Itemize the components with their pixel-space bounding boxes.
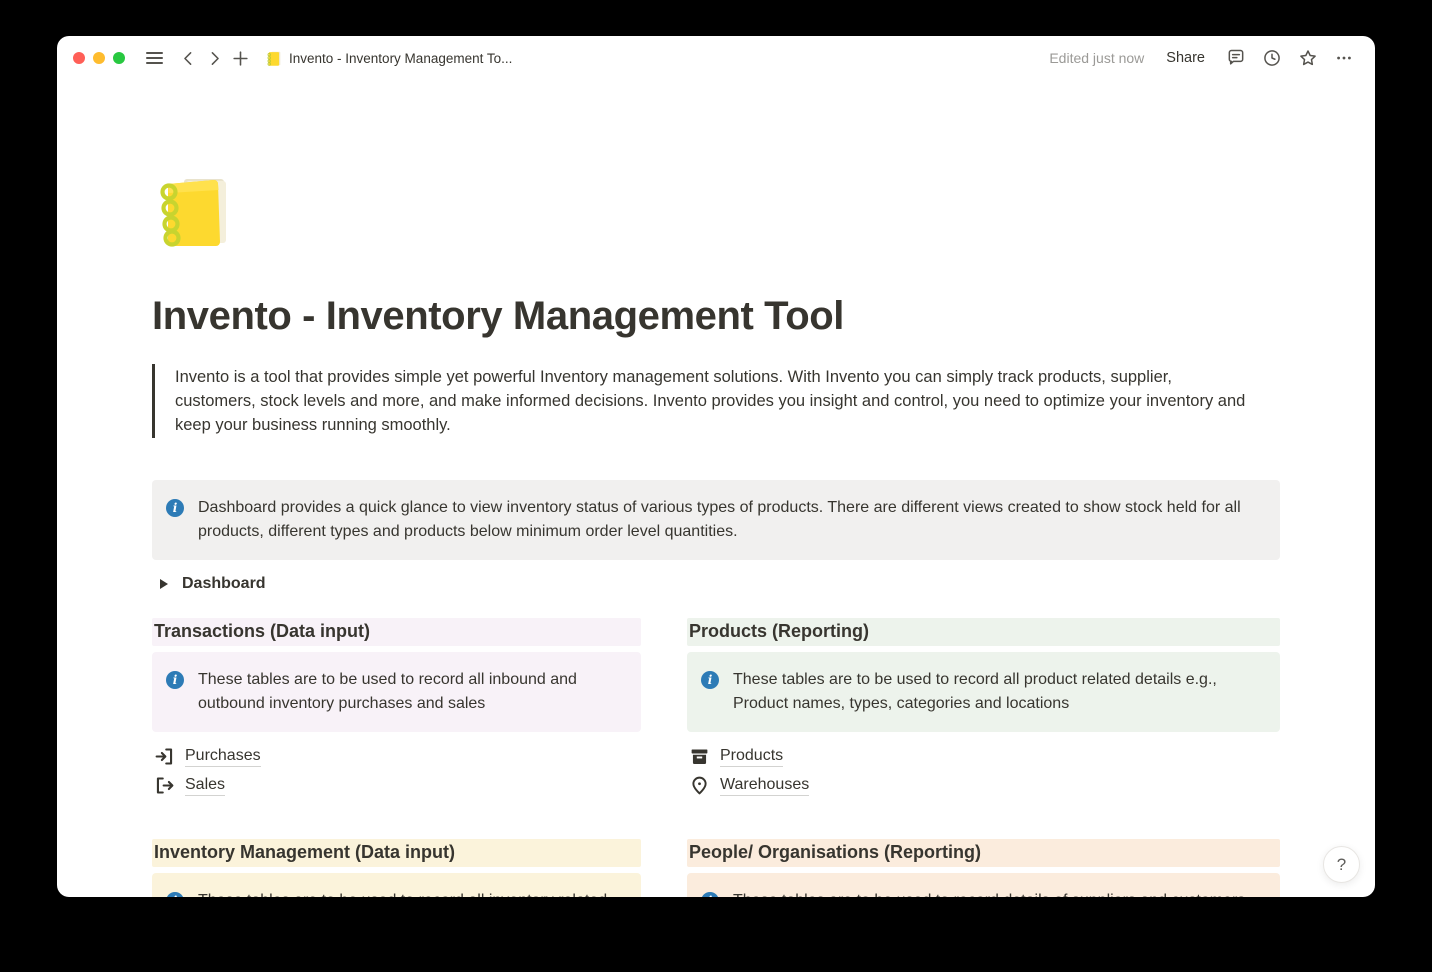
- comments-icon[interactable]: [1223, 45, 1249, 71]
- history-clock-icon[interactable]: [1259, 45, 1285, 71]
- back-icon[interactable]: [175, 45, 201, 71]
- notebook-emoji-icon: [265, 50, 282, 67]
- dashboard-callout: i Dashboard provides a quick glance to v…: [152, 480, 1280, 560]
- new-tab-icon[interactable]: [227, 45, 253, 71]
- transactions-heading: Transactions (Data input): [152, 618, 641, 646]
- page-link-products[interactable]: Products: [687, 742, 1280, 771]
- info-icon: i: [701, 892, 719, 897]
- products-callout-text: These tables are to be used to record al…: [733, 668, 1264, 716]
- page-link-warehouses[interactable]: Warehouses: [687, 771, 1280, 800]
- page-link-purchases[interactable]: Purchases: [152, 742, 641, 771]
- inventory-management-column: Inventory Management (Data input) i Thes…: [152, 839, 641, 897]
- products-column: Products (Reporting) i These tables are …: [687, 618, 1280, 800]
- inventory-callout-text: These tables are to be used to record al…: [198, 889, 625, 897]
- favorite-star-icon[interactable]: [1295, 45, 1321, 71]
- tab-title: Invento - Inventory Management To...: [289, 51, 512, 66]
- transactions-callout: i These tables are to be used to record …: [152, 652, 641, 732]
- tab-invento-page[interactable]: Invento - Inventory Management To...: [265, 50, 512, 67]
- dashboard-toggle-label: Dashboard: [182, 575, 266, 593]
- info-icon: i: [166, 671, 184, 689]
- help-button[interactable]: ?: [1323, 846, 1360, 883]
- transactions-callout-text: These tables are to be used to record al…: [198, 668, 625, 716]
- page-icon-notebook-emoji[interactable]: [152, 172, 232, 252]
- share-button[interactable]: Share: [1166, 50, 1205, 66]
- intro-quote: Invento is a tool that provides simple y…: [152, 364, 1257, 438]
- forward-icon[interactable]: [201, 45, 227, 71]
- people-organisations-heading: People/ Organisations (Reporting): [687, 839, 1280, 867]
- transactions-column: Transactions (Data input) i These tables…: [152, 618, 641, 800]
- minimize-window-button[interactable]: [93, 52, 105, 64]
- info-icon: i: [166, 892, 184, 897]
- traffic-lights: [73, 52, 125, 64]
- dashboard-toggle[interactable]: Dashboard: [152, 571, 1280, 597]
- sales-link-label: Sales: [185, 776, 225, 796]
- people-organisations-column: People/ Organisations (Reporting) i Thes…: [687, 839, 1280, 897]
- people-callout-text: These tables are to be used to record de…: [733, 889, 1245, 897]
- products-link-label: Products: [720, 747, 783, 767]
- edited-status: Edited just now: [1049, 50, 1144, 66]
- enter-door-icon: [154, 746, 175, 767]
- inventory-management-callout: i These tables are to be used to record …: [152, 873, 641, 897]
- toggle-triangle-icon[interactable]: [160, 579, 168, 589]
- page-title: Invento - Inventory Management Tool: [152, 294, 1280, 339]
- page-link-sales[interactable]: Sales: [152, 771, 641, 800]
- people-organisations-callout: i These tables are to be used to record …: [687, 873, 1280, 897]
- info-icon: i: [166, 499, 184, 517]
- zoom-window-button[interactable]: [113, 52, 125, 64]
- info-icon: i: [701, 671, 719, 689]
- dashboard-callout-text: Dashboard provides a quick glance to vie…: [198, 496, 1264, 544]
- warehouses-link-label: Warehouses: [720, 776, 809, 796]
- app-window: Invento - Inventory Management To... Edi…: [57, 36, 1375, 897]
- sidebar-menu-icon[interactable]: [141, 45, 167, 71]
- more-options-icon[interactable]: [1331, 45, 1357, 71]
- inventory-management-heading: Inventory Management (Data input): [152, 839, 641, 867]
- archive-box-icon: [689, 746, 710, 767]
- location-pin-icon: [689, 775, 710, 796]
- products-callout: i These tables are to be used to record …: [687, 652, 1280, 732]
- page-content: Invento - Inventory Management Tool Inve…: [57, 172, 1375, 897]
- exit-door-icon: [154, 775, 175, 796]
- titlebar: Invento - Inventory Management To... Edi…: [57, 36, 1375, 80]
- purchases-link-label: Purchases: [185, 747, 261, 767]
- close-window-button[interactable]: [73, 52, 85, 64]
- products-heading: Products (Reporting): [687, 618, 1280, 646]
